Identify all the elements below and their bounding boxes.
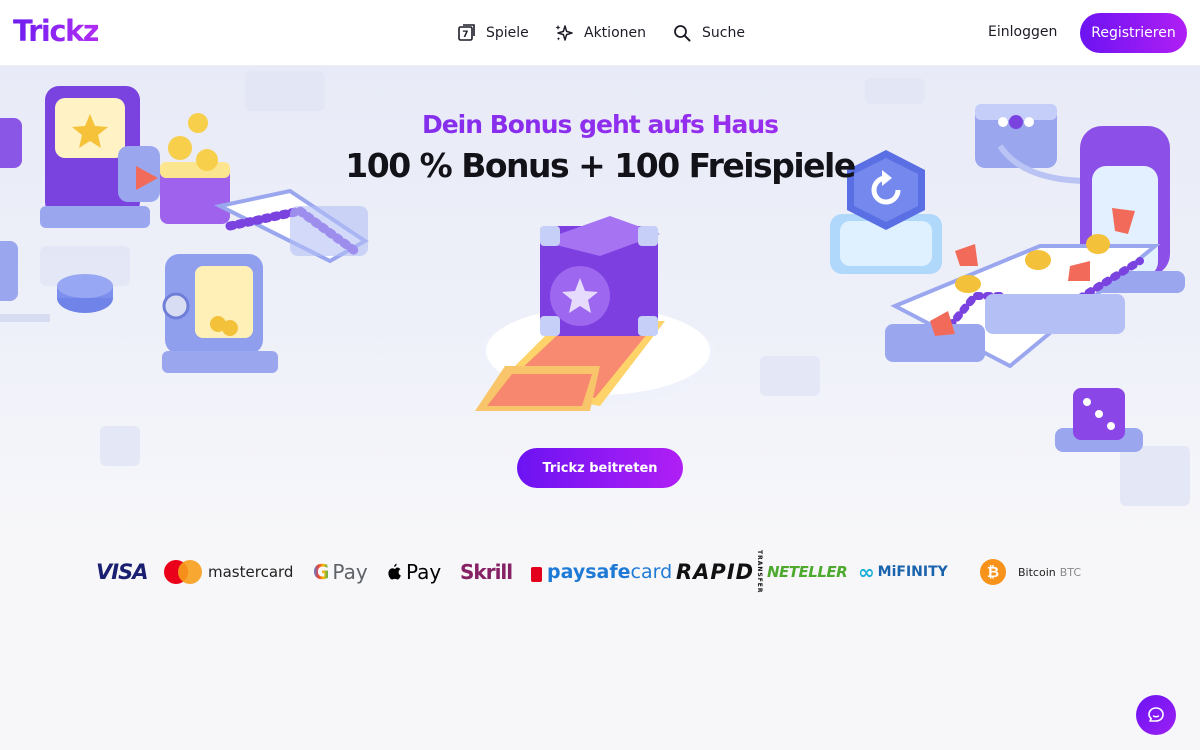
rapid-transfer-logo: RAPID TRANSFER [676,550,763,594]
game-card-icon: 7 [458,24,475,41]
search-icon [674,25,691,42]
google-pay-label: Pay [332,560,368,584]
top-header: Trickz 7 Spiele Aktionen Suche Einloggen… [0,0,1200,66]
rapid-label: RAPID [676,560,755,584]
dice-illustration [1055,388,1143,452]
main-nav: 7 Spiele Aktionen Suche [456,0,752,66]
google-g-icon: G [313,560,330,584]
nav-item-aktionen[interactable]: Aktionen [554,0,670,66]
mastercard-label: mastercard [208,563,294,581]
chat-button[interactable] [1136,695,1176,735]
hero-subtitle: Dein Bonus geht aufs Haus [0,110,1200,139]
paysafecard-logo: paysafe card [531,556,672,588]
hero-banner: Dein Bonus geht aufs Haus 100 % Bonus + … [0,66,1200,536]
conveyor-left-illustration [214,188,369,264]
mifinity-logo: ∞ MiFINITY [858,556,948,588]
nav-item-suche[interactable]: Suche [672,0,752,66]
apple-icon [388,563,401,579]
mifinity-label: MiFINITY [877,564,948,580]
join-trickz-button[interactable]: Trickz beitreten [517,448,683,488]
nav-item-spiele[interactable]: 7 Spiele [456,0,552,66]
trickz-logo[interactable]: Trickz [13,14,100,48]
sparkles-icon [555,25,573,41]
chat-bubble-icon [1148,707,1164,722]
nav-label-spiele: Spiele [486,25,529,41]
bitcoin-ticker: BTC [1059,565,1082,579]
visa-logo: VISA [96,560,148,584]
hero-title: 100 % Bonus + 100 Freispiele [345,146,856,185]
apple-pay-label: Pay [406,560,442,584]
mifinity-infinity-icon: ∞ [858,560,875,584]
mastercard-circles-icon [164,560,202,584]
skrill-logo: Skrill [460,560,513,584]
mastercard-logo: mastercard [164,556,293,588]
rapid-small-label: TRANSFER [756,550,764,594]
bitcoin-coin-icon: ₿ [980,559,1006,585]
bitcoin-logo: ₿ Bitcoin BTC [980,556,1081,588]
vault-illustration [162,254,278,373]
register-button[interactable]: Registrieren [1080,13,1187,53]
nav-label-aktionen: Aktionen [584,25,646,41]
paysafecard-label-light: card [630,561,673,583]
apple-pay-logo: Pay [386,556,441,588]
neteller-logo: NETELLER [767,563,848,581]
mystery-cube-illustration [475,216,716,411]
login-link[interactable]: Einloggen [988,24,1057,40]
paysafecard-label-bold: paysafe [547,561,631,583]
bitcoin-name: Bitcoin [1018,565,1056,579]
google-pay-logo: G Pay [313,556,368,588]
paysafecard-lock-icon [531,566,542,582]
svg-text:7: 7 [462,30,468,40]
payment-methods: VISA mastercard G Pay Pay Skrill paysafe… [94,550,1094,594]
nav-label-suche: Suche [702,25,745,41]
